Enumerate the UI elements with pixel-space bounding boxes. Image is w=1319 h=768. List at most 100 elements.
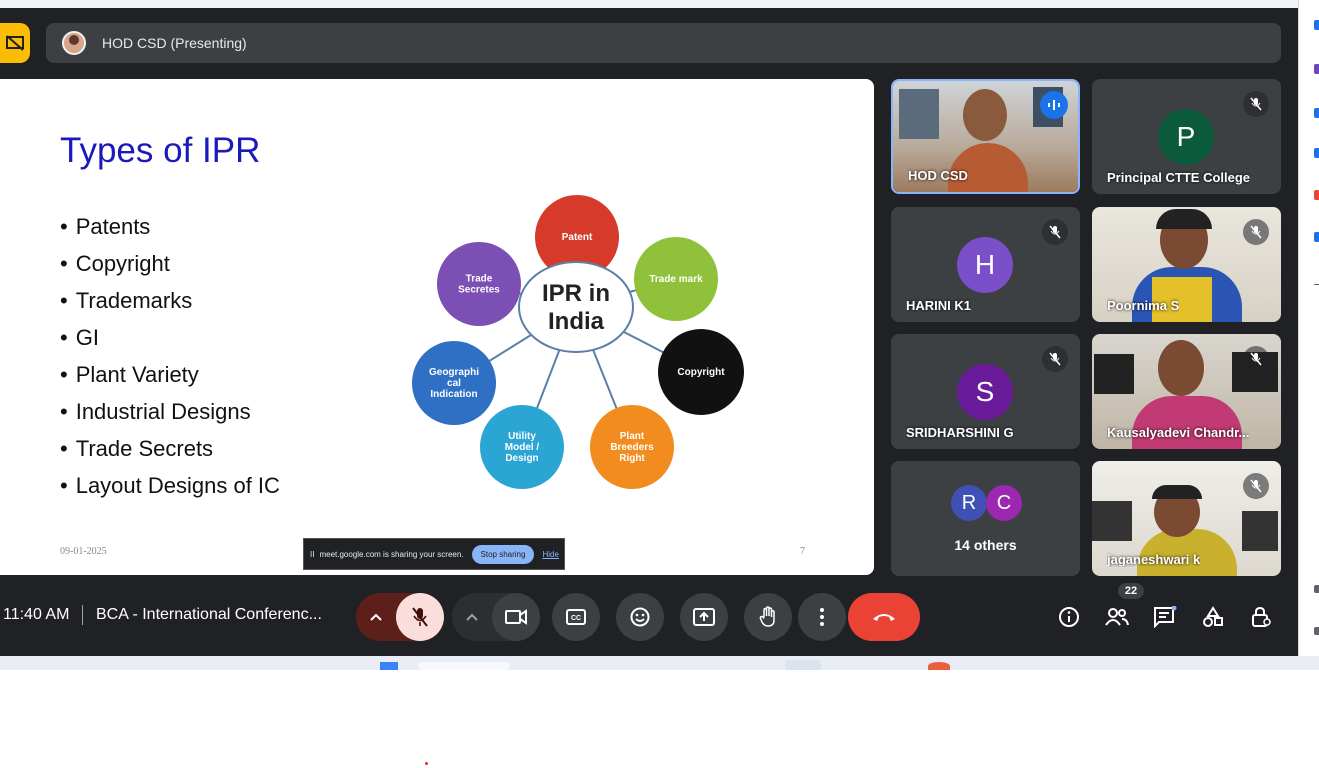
mic-off-icon [1042, 219, 1068, 245]
avatar: R [951, 485, 987, 521]
participant-name: Kausalyadevi Chandr... [1107, 425, 1250, 440]
hang-up-icon [873, 614, 895, 621]
control-bar: 11:40 AM BCA - International Conferenc..… [0, 583, 1298, 647]
participant-tile-sridharshini[interactable]: S SRIDHARSHINI G [891, 334, 1080, 449]
diagram-node-label: Trade [466, 274, 493, 285]
taskbar-app-icon[interactable] [380, 662, 398, 670]
diagram-node-label: Design [505, 453, 538, 464]
presenting-title: HOD CSD (Presenting) [102, 35, 247, 51]
closed-captions-icon: CC [566, 609, 586, 625]
participant-tile-harini[interactable]: H HARINI K1 [891, 207, 1080, 322]
participant-name: HARINI K1 [906, 298, 972, 313]
activities-button[interactable] [1195, 599, 1231, 635]
lock-person-icon [1252, 606, 1271, 627]
participant-name: jaganeshwari k [1107, 552, 1201, 567]
diagram-node-label: Trade mark [649, 274, 703, 285]
diagram-node-label: cal [447, 378, 461, 389]
mic-off-icon [1042, 346, 1068, 372]
diagram-node: TradeSecretes [437, 242, 521, 326]
diagram-center-label: IPR in [542, 280, 610, 307]
avatar: C [986, 485, 1022, 521]
tasks-icon[interactable] [1314, 232, 1319, 242]
more-vert-icon [820, 608, 824, 626]
diagram-node-label: Secretes [458, 285, 500, 296]
host-controls-button[interactable] [1243, 599, 1279, 635]
os-taskbar [0, 656, 1319, 670]
participant-tile-jaganeshwari[interactable]: jaganeshwari k [1092, 461, 1281, 576]
mic-options-button[interactable] [356, 593, 396, 641]
diagram-node-label: Right [619, 453, 645, 464]
participant-tile-others[interactable]: R C 14 others [891, 461, 1080, 576]
presentation-indicator[interactable] [0, 23, 30, 63]
taskbar-app-icon[interactable] [928, 662, 950, 670]
share-message: meet.google.com is sharing your screen. [319, 549, 464, 559]
diagram-node-label: Breeders [610, 442, 654, 453]
shared-slide: Types of IPR Patents Copyright Trademark… [0, 79, 874, 575]
camera-options-button[interactable] [452, 593, 492, 641]
diagram-node-label: Copyright [677, 367, 725, 378]
camera-toggle-button[interactable] [492, 593, 540, 641]
keep-icon[interactable] [1314, 108, 1319, 118]
people-icon [1105, 608, 1129, 626]
present-screen-icon [693, 608, 715, 626]
more-options-button[interactable] [798, 593, 846, 641]
video-camera-icon [505, 609, 527, 625]
settings-icon[interactable] [1314, 627, 1319, 635]
diagram-node: Copyright [658, 329, 744, 415]
taskbar-app-icon[interactable] [785, 660, 821, 670]
participant-tile-principal[interactable]: P Principal CTTE College [1092, 79, 1281, 194]
people-count-badge: 22 [1118, 583, 1144, 599]
diagram-center-label: India [548, 308, 605, 335]
slide-title: Types of IPR [60, 131, 261, 170]
leave-call-button[interactable] [848, 593, 920, 641]
raise-hand-button[interactable] [744, 593, 792, 641]
people-button[interactable] [1099, 599, 1135, 635]
hide-link[interactable]: Hide [542, 550, 558, 559]
participant-name: HOD CSD [908, 168, 968, 183]
participant-tile-hod[interactable]: HOD CSD [891, 79, 1080, 194]
side-panel [1298, 0, 1319, 656]
slide-date: 09-01-2025 [60, 546, 107, 557]
mic-off-icon [412, 607, 428, 627]
stop-sharing-button[interactable]: Stop sharing [471, 544, 535, 564]
contacts-icon[interactable] [1314, 148, 1319, 158]
diagram-center-node: IPR inIndia [518, 261, 634, 353]
present-button[interactable] [680, 593, 728, 641]
participant-tile-poornima[interactable]: Poornima S [1092, 207, 1281, 322]
pause-icon: II [310, 549, 315, 559]
mic-off-icon [1243, 346, 1269, 372]
mic-toggle-button[interactable] [396, 593, 444, 641]
sidepanel-toggle-icon[interactable] [1314, 585, 1319, 593]
meeting-details-button[interactable] [1051, 599, 1087, 635]
maps-icon[interactable] [1314, 190, 1319, 200]
slide-bullet: Plant Variety [60, 360, 280, 397]
divider [1314, 284, 1319, 285]
taskbar-search[interactable] [418, 662, 510, 670]
ipr-diagram: Patent Trade mark Copyright PlantBreedersRi… [412, 195, 744, 489]
participant-tile-kausalyadevi[interactable]: Kausalyadevi Chandr... [1092, 334, 1281, 449]
info-icon [1059, 607, 1079, 627]
slide-bullet: Copyright [60, 249, 280, 286]
reactions-button[interactable] [616, 593, 664, 641]
presenter-avatar [62, 31, 86, 55]
participant-name: SRIDHARSHINI G [906, 425, 1014, 440]
diagram-node-label: Plant [620, 431, 645, 442]
diagram-node-label: Model / [505, 442, 540, 453]
participant-name: Poornima S [1107, 298, 1180, 313]
captions-button[interactable]: CC [552, 593, 600, 641]
svg-text:CC: CC [571, 615, 581, 622]
browser-top-strip [0, 0, 1298, 8]
chevron-up-icon [370, 613, 382, 621]
calendar-icon[interactable] [1314, 20, 1319, 30]
slide-bullet: Industrial Designs [60, 397, 280, 434]
meeting-title: BCA - International Conferenc... [96, 606, 322, 623]
screen-share-off-icon [6, 35, 24, 51]
gemini-icon[interactable] [1314, 64, 1319, 74]
slide-bullet: GI [60, 323, 280, 360]
chat-button[interactable] [1147, 599, 1183, 635]
activities-shapes-icon [1203, 606, 1223, 627]
meeting-clock: 11:40 AM [3, 606, 70, 623]
speaking-indicator-icon [1040, 91, 1068, 119]
slide-bullet: Patents [60, 212, 280, 249]
presenting-bar: HOD CSD (Presenting) [46, 23, 1281, 63]
